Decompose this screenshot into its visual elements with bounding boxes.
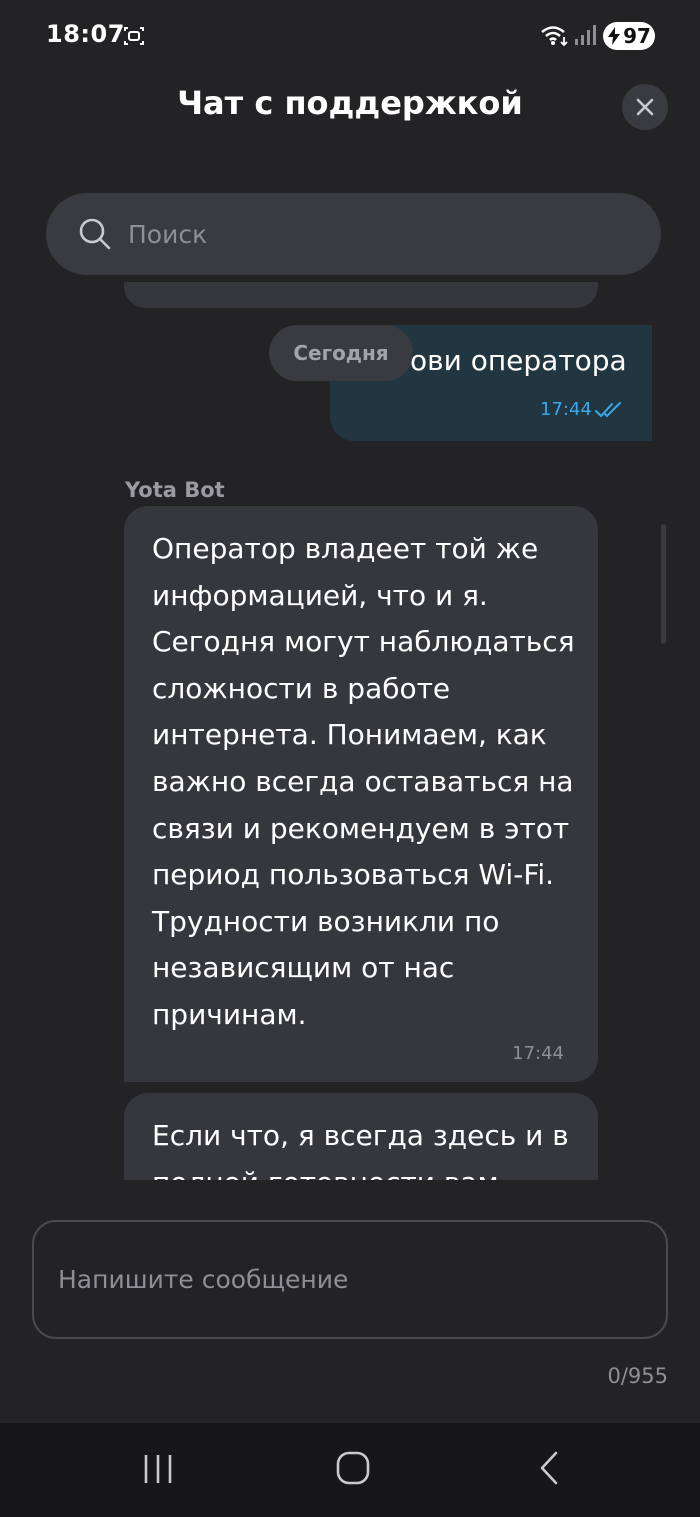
chat-screen: 18:07 97 Чат с поддержкой Поиск ови опер… xyxy=(0,0,700,1517)
date-separator: Сегодня xyxy=(269,325,413,381)
user-message-text: ови оператора xyxy=(410,344,627,377)
page-title: Чат с поддержкой xyxy=(177,84,523,122)
status-time: 18:07 xyxy=(46,20,125,48)
message-composer[interactable] xyxy=(32,1220,668,1339)
status-bar: 18:07 97 xyxy=(0,0,700,70)
recents-icon[interactable] xyxy=(140,1451,176,1487)
message-input[interactable] xyxy=(58,1265,638,1294)
scrollbar[interactable] xyxy=(661,524,666,644)
close-icon xyxy=(636,98,654,116)
search-bar[interactable] xyxy=(46,193,661,275)
message-list[interactable]: ови оператора 17:44 Сегодня Yota Bot Опе… xyxy=(0,282,700,1180)
character-counter: 0/955 xyxy=(607,1364,668,1388)
system-nav-bar xyxy=(0,1423,700,1517)
back-icon[interactable] xyxy=(534,1449,564,1487)
battery-indicator: 97 xyxy=(603,22,655,50)
battery-level: 97 xyxy=(623,24,651,48)
bot-message-bubble[interactable]: Оператор владеет той же информацией, что… xyxy=(124,506,598,1082)
previous-message-bubble xyxy=(124,282,598,308)
bot-message-bubble[interactable]: Если что, я всегда здесь и в полной гото… xyxy=(124,1093,598,1180)
bot-sender-name: Yota Bot xyxy=(125,478,225,502)
bot-message-text: Если что, я всегда здесь и в полной гото… xyxy=(152,1119,569,1180)
home-icon[interactable] xyxy=(334,1449,372,1487)
search-icon xyxy=(79,218,111,250)
charging-icon xyxy=(608,27,621,45)
user-message-time: 17:44 xyxy=(540,399,592,420)
double-check-icon xyxy=(595,402,621,418)
close-button[interactable] xyxy=(622,84,668,130)
screen-record-icon xyxy=(124,27,144,45)
search-input[interactable] xyxy=(128,219,608,249)
signal-icon xyxy=(575,25,596,45)
bot-message-time: 17:44 xyxy=(512,1043,564,1064)
wifi-icon xyxy=(541,26,568,47)
bot-message-text: Оператор владеет той же информацией, что… xyxy=(152,532,575,1031)
